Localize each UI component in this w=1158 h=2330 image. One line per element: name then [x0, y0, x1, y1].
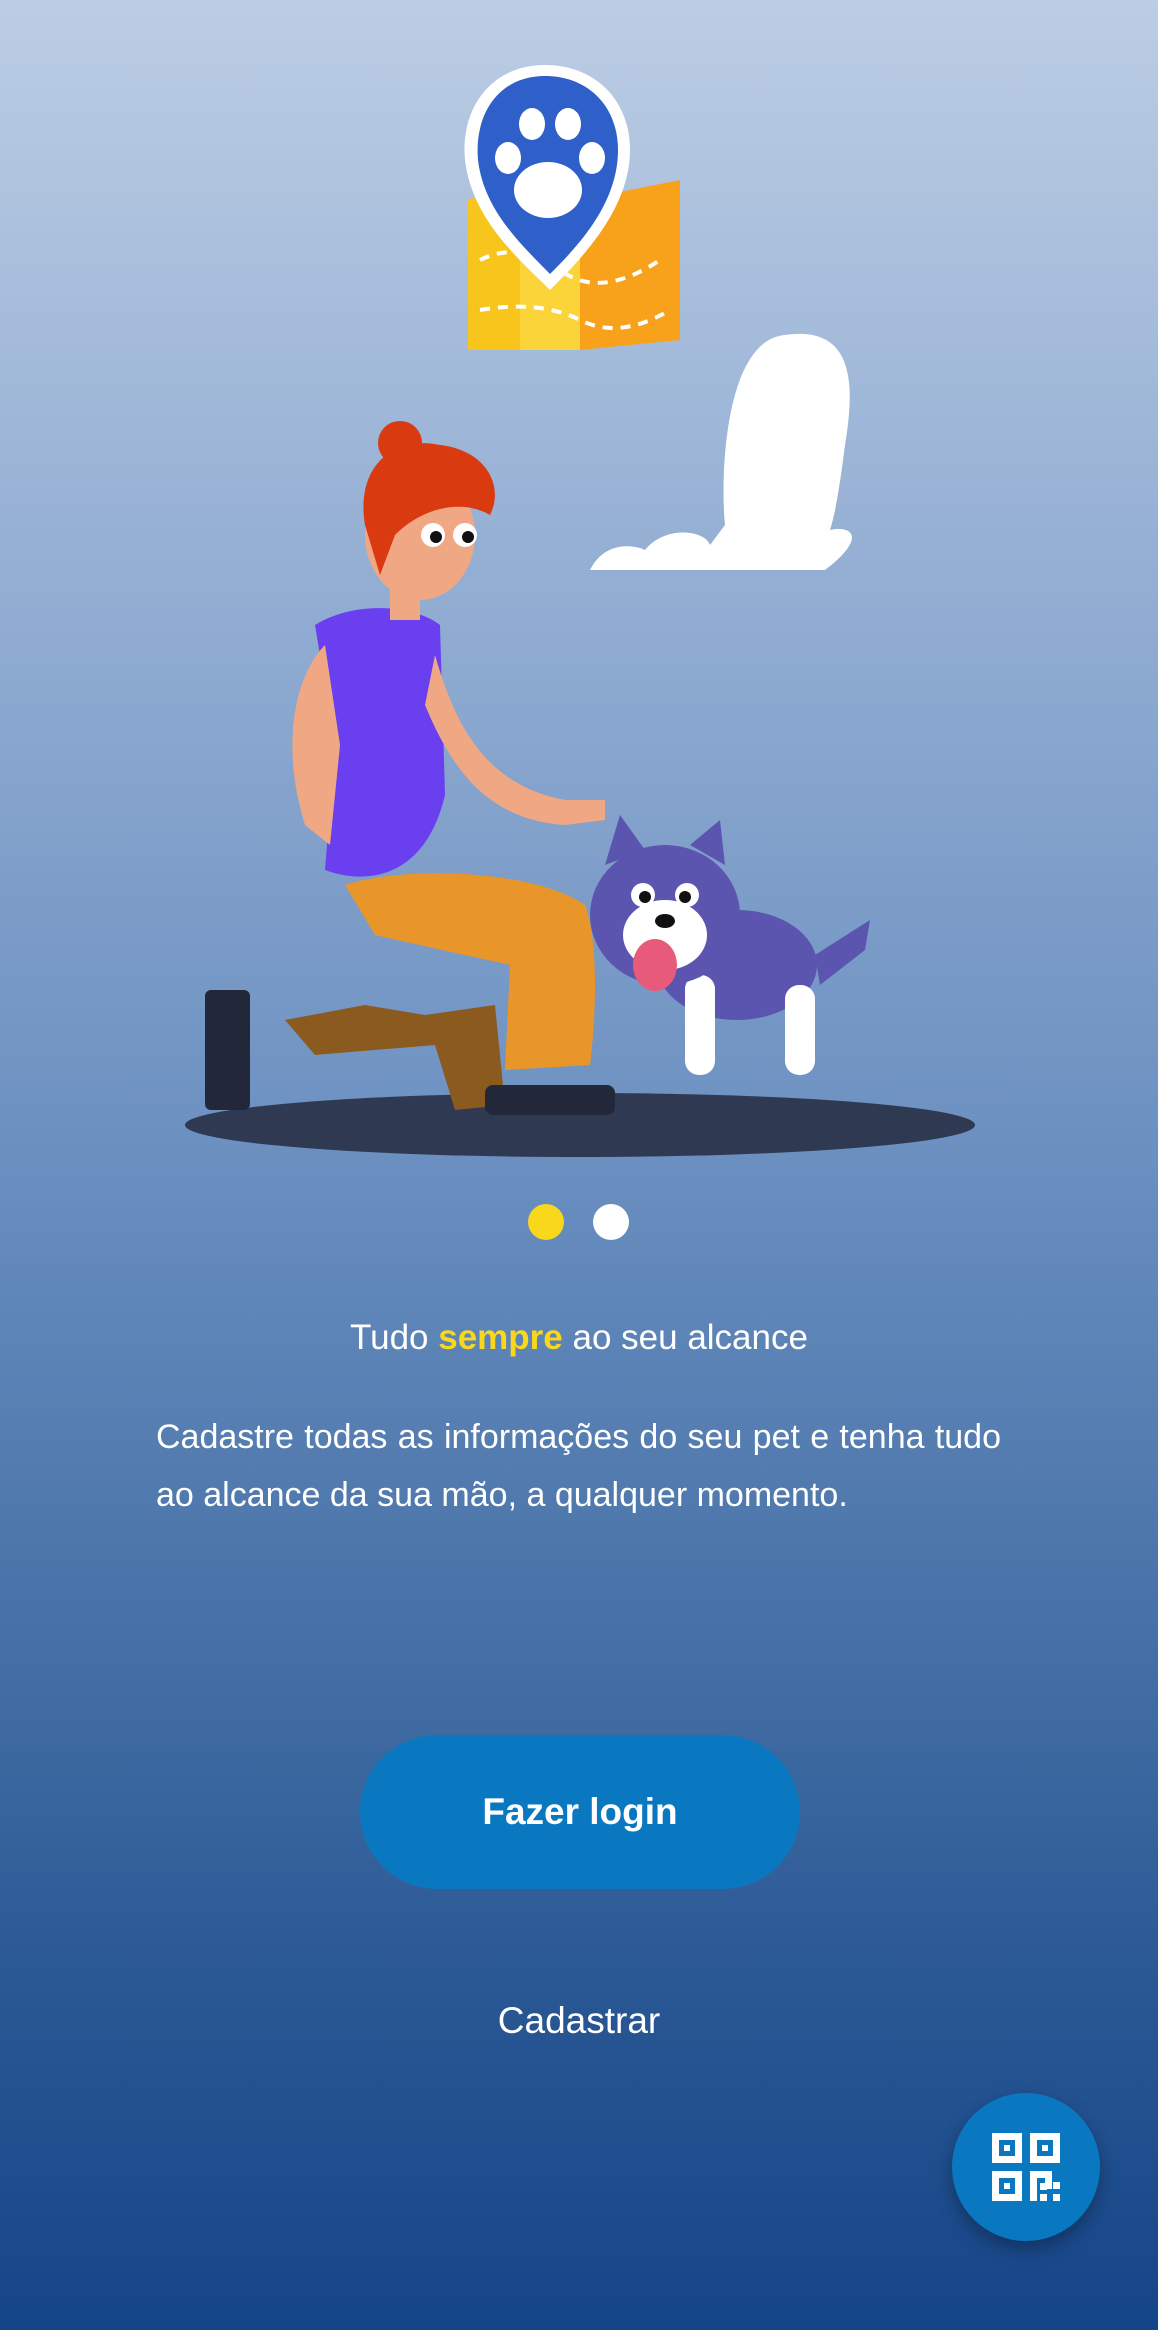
carousel-dot-2[interactable]	[593, 1204, 629, 1240]
headline-highlight: sempre	[438, 1318, 563, 1357]
woman-and-dog-illustration	[185, 333, 975, 1157]
onboarding-description: Cadastre todas as informações do seu pet…	[156, 1418, 1001, 1514]
carousel-dot-active[interactable]	[528, 1204, 564, 1240]
headline-end: ao seu alcance	[562, 1318, 808, 1357]
onboarding-headline: Tudo sempre ao seu alcance	[0, 1318, 1158, 1358]
cloud	[590, 333, 852, 570]
login-button[interactable]: Fazer login	[360, 1735, 800, 1889]
qr-code-scan-button[interactable]	[952, 2093, 1100, 2241]
app-logo-map-pin-icon	[464, 65, 680, 350]
qr-code-icon	[992, 2133, 1060, 2201]
signup-link[interactable]: Cadastrar	[0, 2000, 1158, 2042]
headline-start: Tudo	[350, 1318, 439, 1357]
